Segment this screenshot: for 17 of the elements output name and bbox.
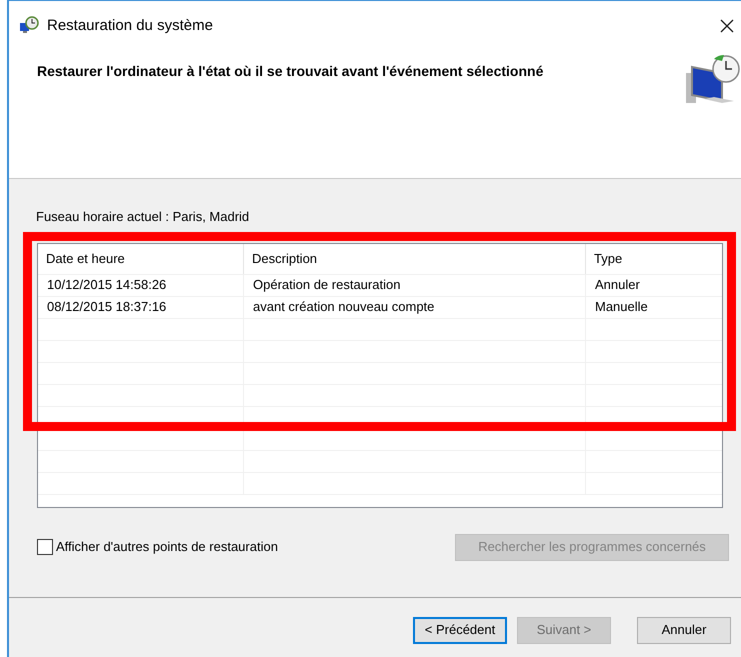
timezone-label: Fuseau horaire actuel : Paris, Madrid — [36, 208, 250, 226]
close-icon[interactable] — [720, 19, 734, 33]
table-cell-text: Opération de restauration — [253, 276, 400, 294]
table-cell-text: 10/12/2015 14:58:26 — [47, 276, 166, 294]
column-header[interactable]: Date et heure — [46, 248, 125, 268]
table-cell-text: avant création nouveau compte — [253, 298, 434, 316]
column-header[interactable]: Description — [252, 248, 318, 268]
wizard-button[interactable]: Annuler — [637, 616, 731, 644]
table-cell-text: 08/12/2015 18:37:16 — [47, 298, 166, 316]
table-cell-text: Annuler — [595, 276, 640, 294]
column-header[interactable]: Type — [594, 248, 622, 268]
wizard-button[interactable]: < Précédent — [413, 616, 507, 644]
checkbox[interactable] — [37, 539, 53, 555]
page-heading: Restaurer l'ordinateur à l'état où il se trouvait avant l'événement sélectionné — [37, 62, 544, 81]
window-title: Restauration du système — [47, 16, 213, 36]
table-cell-text: Manuelle — [595, 298, 648, 316]
checkbox-label[interactable]: Afficher d'autres points de restauration — [56, 537, 278, 557]
